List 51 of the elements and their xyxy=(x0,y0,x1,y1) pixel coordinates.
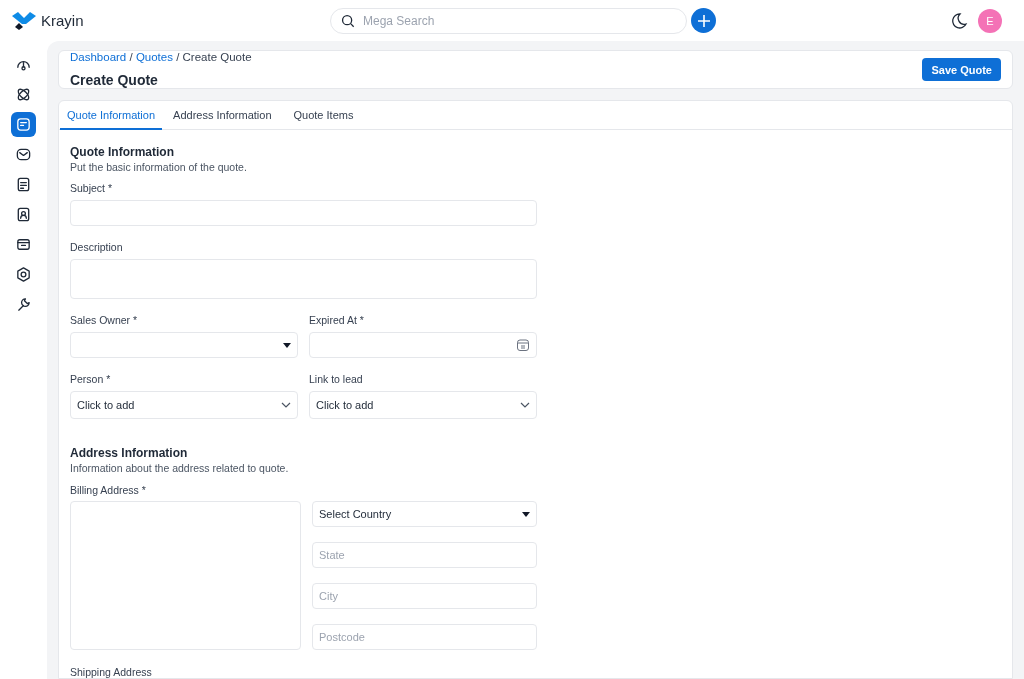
tab[interactable]: Quote Information xyxy=(60,101,163,130)
tab[interactable]: Address Information xyxy=(162,101,283,130)
chevron-icon xyxy=(520,402,530,408)
breadcrumb-link[interactable]: Dashboard xyxy=(70,51,127,63)
input-field[interactable] xyxy=(70,200,537,226)
field-label: Person * xyxy=(70,373,112,385)
plus-icon xyxy=(696,13,711,28)
lookup-field[interactable]: Click to add xyxy=(70,391,298,419)
field-label: Description xyxy=(70,241,124,253)
section-subtitle: Information about the address related to quote. xyxy=(70,462,290,474)
breadcrumb-separator: / xyxy=(176,51,180,63)
logo-text: Krayin xyxy=(41,12,84,29)
section-title: Address Information xyxy=(70,446,189,460)
save-button[interactable]: Save Quote xyxy=(922,58,1001,81)
breadcrumb-separator: / xyxy=(129,51,133,63)
moon-icon xyxy=(950,11,968,30)
date-field[interactable] xyxy=(309,332,537,358)
caret-icon xyxy=(522,511,530,517)
tab[interactable]: Quote Items xyxy=(282,101,365,130)
field-label: Shipping Address xyxy=(70,666,153,678)
field-label: Expired At * xyxy=(309,314,365,326)
page-title: Create Quote xyxy=(70,72,159,88)
breadcrumb-current: Create Quote xyxy=(182,51,252,63)
input-field[interactable]: State xyxy=(312,542,537,568)
search-icon xyxy=(341,13,355,28)
settings-icon xyxy=(15,266,32,283)
note-icon xyxy=(15,116,32,133)
list-icon xyxy=(15,176,32,193)
logo-icon xyxy=(12,11,36,30)
section-subtitle: Put the basic information of the quote. xyxy=(70,161,248,173)
lookup-field[interactable]: Click to add xyxy=(309,391,537,419)
select-field[interactable]: Select Country xyxy=(312,501,537,527)
input-field[interactable]: Postcode xyxy=(312,624,537,650)
add-button[interactable] xyxy=(691,8,716,33)
field-label: Subject * xyxy=(70,182,114,194)
wrench-icon xyxy=(15,296,32,313)
search-input[interactable]: Mega Search xyxy=(361,12,676,29)
orbit-icon xyxy=(15,86,32,103)
caret-icon xyxy=(283,342,291,348)
section-title: Quote Information xyxy=(70,145,175,159)
select-field[interactable] xyxy=(70,332,298,358)
chevron-icon xyxy=(281,402,291,408)
field-label: Sales Owner * xyxy=(70,314,139,326)
mail-icon xyxy=(15,146,32,163)
field-label: Billing Address * xyxy=(70,484,147,496)
breadcrumb-link[interactable]: Quotes xyxy=(135,51,173,63)
calendar-icon xyxy=(516,338,530,352)
input-field[interactable]: City xyxy=(312,583,537,609)
box-icon xyxy=(15,236,32,253)
field-label: Link to lead xyxy=(309,373,364,385)
contact-icon xyxy=(15,206,32,223)
